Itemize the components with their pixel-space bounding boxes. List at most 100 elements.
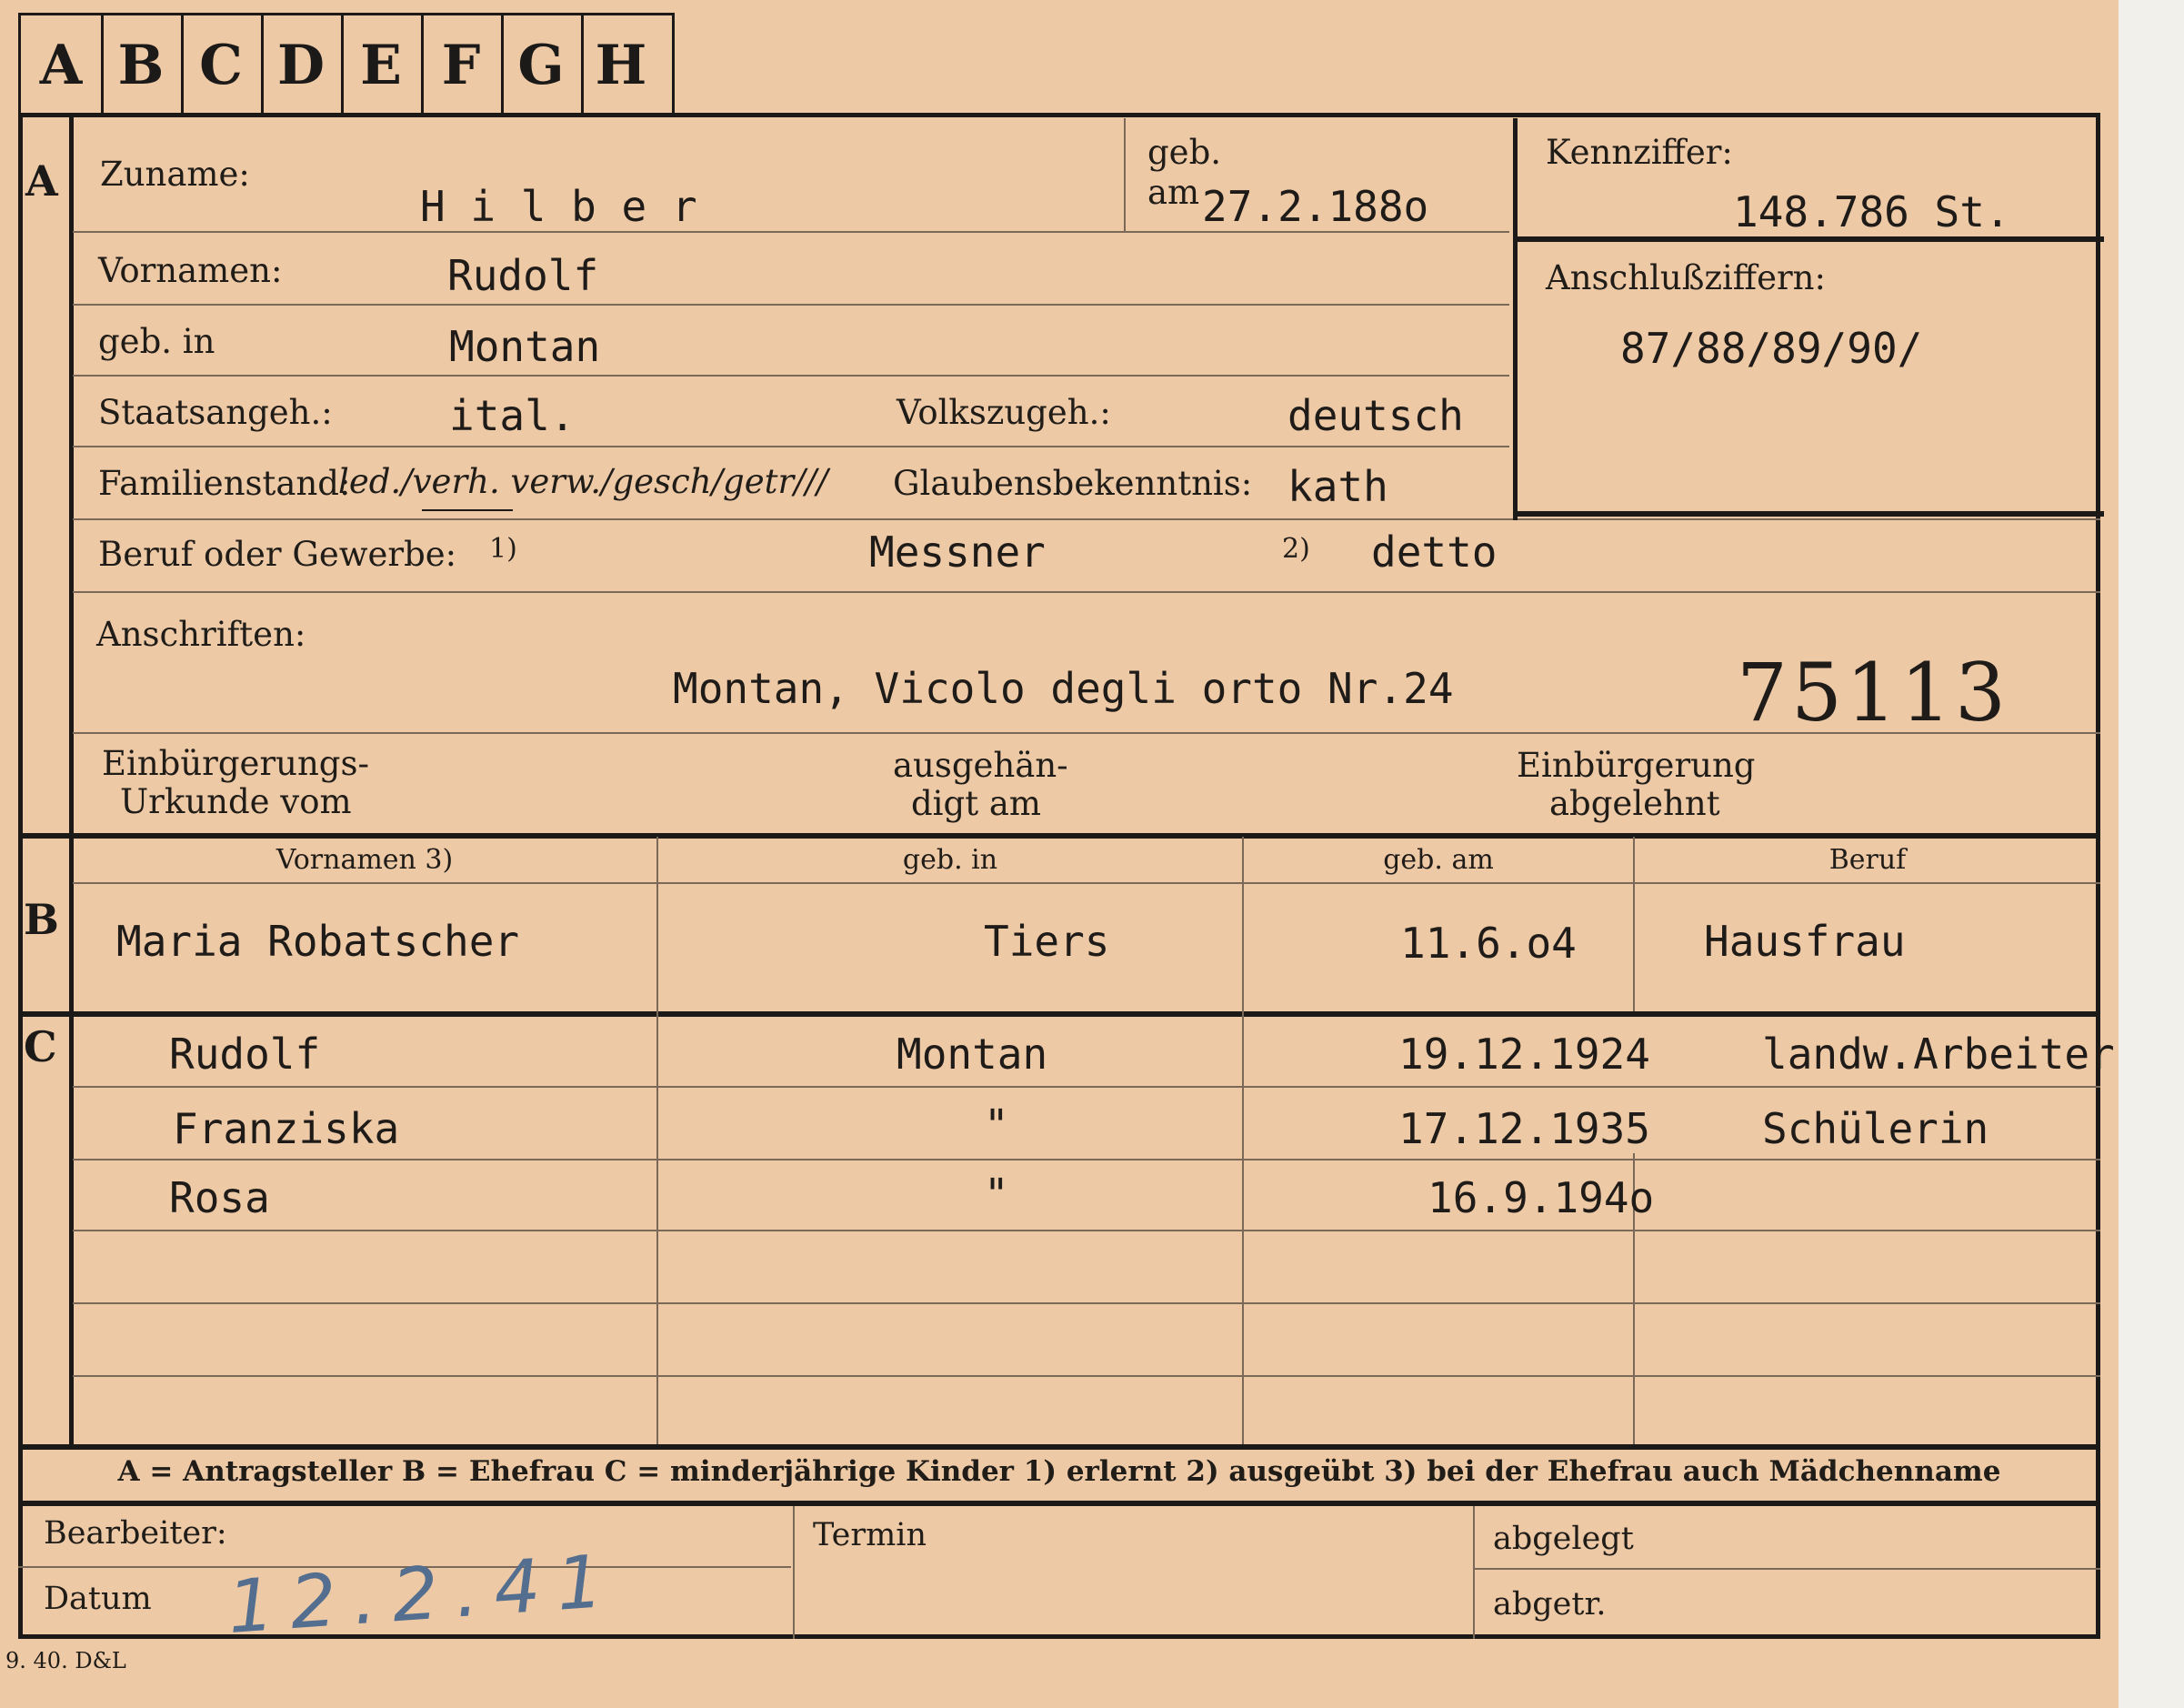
anschriften-value: Montan, Vicolo degli orto Nr.24 — [673, 664, 1454, 713]
anschlussziffern-value: 87/88/89/90/ — [1620, 324, 1923, 373]
b-header-geb-in: geb. in — [902, 844, 998, 876]
kennziffer-value: 148.786 St. — [1733, 187, 2010, 236]
rule — [73, 1375, 2100, 1377]
beruf-label: Beruf oder Gewerbe: — [98, 535, 457, 574]
geb-in-label: geb. in — [98, 322, 215, 361]
kennziffer-box-border — [1513, 236, 2104, 242]
staatsangeh-label: Staatsangeh.: — [98, 393, 333, 432]
stamp-number: 75113 — [1737, 646, 2009, 739]
staatsangeh-value: ital. — [449, 391, 576, 440]
zuname-value: H i l b e r — [420, 182, 697, 231]
tab-c[interactable]: C — [181, 15, 264, 116]
rule — [73, 446, 1509, 447]
rule — [1124, 118, 1126, 231]
zuname-label: Zuname: — [100, 155, 250, 194]
familienstand-label: Familienstand: — [98, 464, 351, 503]
section-c-letter: C — [24, 1022, 57, 1071]
rule — [73, 1159, 2100, 1160]
c-row1-geb-am: 19.12.1924 — [1398, 1030, 1650, 1079]
ausgehaendigt-label: ausgehän- — [893, 746, 1068, 785]
glaubensbekenntnis-value: kath — [1287, 462, 1388, 511]
abgelegt-label: abgelegt — [1493, 1521, 1634, 1557]
print-code: 9. 40. D&L — [5, 1648, 126, 1673]
familienstand-options: led./verh. verw./gesch/getr/// — [338, 462, 828, 501]
b-vornamen-value: Maria Robatscher — [116, 917, 520, 966]
footer-divider — [18, 1501, 2100, 1506]
section-a-letter: A — [25, 156, 58, 206]
section-letter-divider — [69, 113, 74, 1445]
anschlussziffern-label: Anschlußziffern: — [1546, 258, 1826, 297]
rule — [73, 304, 1509, 306]
beruf-note-2: 2) — [1282, 533, 1310, 565]
tab-g[interactable]: G — [501, 15, 584, 116]
einbuergerung-label: Einbürgerungs- — [102, 744, 369, 783]
beruf-value-2: detto — [1371, 527, 1498, 577]
c-row1-beruf: landw.Arbeiter — [1762, 1030, 2115, 1079]
beruf-value-1: Messner — [869, 527, 1046, 577]
legend-divider — [18, 1444, 2100, 1450]
tab-h[interactable]: H — [581, 15, 661, 116]
tab-a[interactable]: A — [21, 15, 104, 116]
volkszugeh-label: Volkszugeh.: — [897, 393, 1111, 432]
tab-d[interactable]: D — [261, 15, 344, 116]
section-divider — [18, 1011, 2100, 1017]
rule — [73, 1302, 2100, 1304]
geb-am-label: geb. — [1147, 133, 1222, 172]
termin-label: Termin — [813, 1517, 927, 1553]
geb-in-value: Montan — [449, 322, 601, 371]
abgelehnt-label: abgelehnt — [1549, 784, 1720, 823]
rule — [73, 591, 2100, 593]
c-row3-vorname: Rosa — [169, 1173, 270, 1222]
abgetr-label: abgetr. — [1493, 1586, 1607, 1623]
b-header-vornamen: Vornamen 3) — [276, 844, 454, 876]
abgelehnt-label: Einbürgerung — [1517, 746, 1756, 785]
b-header-beruf: Beruf — [1828, 844, 1907, 876]
rule — [73, 882, 2100, 884]
tab-f[interactable]: F — [421, 15, 504, 116]
einbuergerung-label: Urkunde vom — [120, 782, 352, 821]
rule — [73, 1086, 2100, 1088]
b-geb-in-value: Tiers — [984, 917, 1110, 966]
geb-am-value: 27.2.188o — [1202, 182, 1429, 231]
b-geb-am-value: 11.6.o4 — [1400, 919, 1577, 968]
c-row2-geb-am: 17.12.1935 — [1398, 1104, 1650, 1153]
kennziffer-box-border — [1513, 118, 1518, 520]
rule — [73, 1230, 2100, 1231]
section-b-letter: B — [24, 895, 59, 944]
datum-label: Datum — [44, 1581, 152, 1617]
c-row3-geb-in: " — [984, 1170, 1009, 1219]
column-rule — [656, 837, 658, 1446]
bearbeiter-label: Bearbeiter: — [44, 1515, 227, 1552]
c-row2-geb-in: " — [984, 1100, 1009, 1150]
column-rule — [1473, 1506, 1475, 1639]
c-row2-beruf: Schülerin — [1762, 1104, 1989, 1153]
c-row2-vorname: Franziska — [173, 1104, 400, 1153]
glaubensbekenntnis-label: Glaubensbekenntnis: — [893, 464, 1253, 503]
kennziffer-box-border — [1513, 511, 2104, 517]
column-rule — [793, 1506, 795, 1639]
tab-e[interactable]: E — [341, 15, 424, 116]
tab-b[interactable]: B — [101, 15, 184, 116]
kennziffer-label: Kennziffer: — [1546, 133, 1733, 172]
anschriften-label: Anschriften: — [96, 615, 306, 654]
index-tabs: A B C D E F G H — [18, 13, 675, 116]
b-header-geb-am: geb. am — [1383, 844, 1494, 876]
rule — [73, 375, 1509, 377]
section-divider — [18, 833, 2100, 839]
legend: A = Antragsteller B = Ehefrau C = minder… — [117, 1455, 2001, 1488]
vornamen-label: Vornamen: — [98, 251, 283, 290]
vornamen-value: Rudolf — [447, 251, 599, 300]
c-row3-geb-am: 16.9.194o — [1428, 1173, 1655, 1222]
rule — [73, 231, 1509, 233]
b-beruf-value: Hausfrau — [1704, 917, 1906, 966]
rule — [73, 518, 2100, 520]
ausgehaendigt-label: digt am — [911, 784, 1041, 823]
rule — [1475, 1568, 2100, 1570]
geb-am-label: am — [1147, 173, 1200, 212]
column-rule — [1242, 837, 1244, 1446]
c-row1-vorname: Rudolf — [169, 1030, 321, 1079]
c-row1-geb-in: Montan — [897, 1030, 1048, 1079]
beruf-note-1: 1) — [489, 533, 517, 565]
familienstand-underline — [422, 509, 513, 511]
volkszugeh-value: deutsch — [1287, 391, 1464, 440]
